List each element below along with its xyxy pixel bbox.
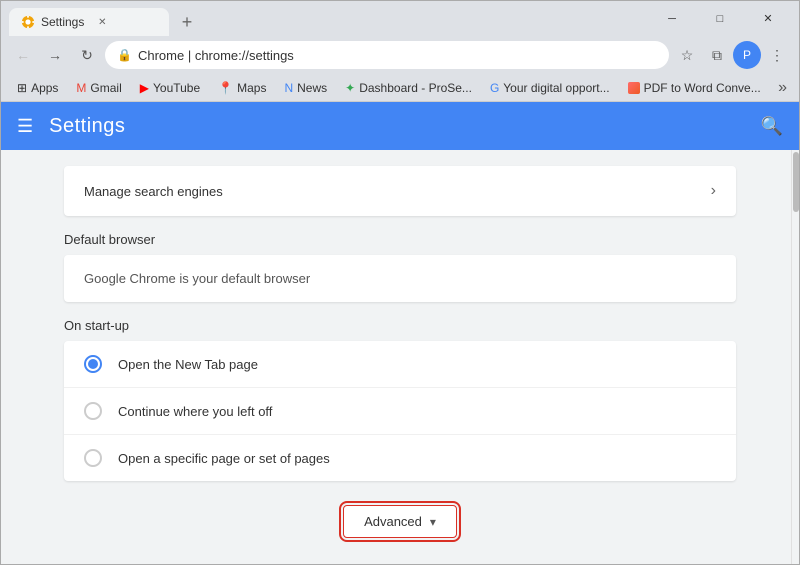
close-button[interactable]: ✕ [745, 5, 791, 33]
lock-icon: 🔒 [117, 48, 132, 62]
default-browser-box: Google Chrome is your default browser [64, 255, 736, 302]
star-button[interactable]: ☆ [673, 41, 701, 69]
gmail-label: Gmail [90, 81, 121, 95]
manage-search-engines-row[interactable]: Manage search engines › [64, 166, 736, 216]
dashboard-icon: ✦ [345, 81, 355, 95]
omnibox-url: Chrome | chrome://settings [138, 48, 657, 63]
google-icon: G [490, 81, 499, 95]
maximize-button[interactable]: □ [697, 5, 743, 33]
startup-option-label-1: Continue where you left off [118, 404, 272, 419]
url-path: chrome://settings [195, 48, 294, 63]
bookmarks-bar: ⊞ Apps M Gmail ▶ YouTube 📍 Maps N News ✦… [1, 74, 799, 102]
app-header: ☰ Settings 🔍 [1, 102, 799, 150]
startup-option-label-2: Open a specific page or set of pages [118, 451, 330, 466]
scrollbar[interactable] [791, 150, 799, 564]
maps-label: Maps [237, 81, 266, 95]
window-controls: ─ □ ✕ [649, 5, 791, 33]
tab-close-button[interactable]: ✕ [94, 14, 110, 30]
advanced-button[interactable]: Advanced ▾ [343, 505, 457, 538]
radio-continue[interactable] [84, 402, 102, 420]
bookmark-youtube[interactable]: ▶ YouTube [132, 79, 208, 97]
minimize-button[interactable]: ─ [649, 5, 695, 33]
back-button[interactable]: ← [9, 41, 37, 69]
browser-window: Settings ✕ + ─ □ ✕ ← → ↻ 🔒 Chrome | chro… [0, 0, 800, 565]
news-icon: N [284, 81, 293, 95]
bookmark-apps[interactable]: ⊞ Apps [9, 79, 66, 97]
news-label: News [297, 81, 327, 95]
extensions-button[interactable]: ⧉ [703, 41, 731, 69]
omnibox[interactable]: 🔒 Chrome | chrome://settings [105, 41, 669, 69]
tab-title: Settings [41, 15, 84, 29]
youtube-label: YouTube [153, 81, 200, 95]
settings-inner: Manage search engines › Default browser … [40, 150, 760, 564]
scrollbar-thumb[interactable] [793, 152, 799, 212]
bookmark-news[interactable]: N News [276, 79, 335, 97]
apps-icon: ⊞ [17, 81, 27, 95]
startup-option-1[interactable]: Continue where you left off [64, 388, 736, 435]
url-site: Chrome [138, 48, 184, 63]
new-tab-button[interactable]: + [173, 8, 201, 36]
reload-button[interactable]: ↻ [73, 41, 101, 69]
youtube-icon: ▶ [140, 81, 149, 95]
menu-button[interactable]: ⋮ [763, 41, 791, 69]
settings-scroll: Manage search engines › Default browser … [1, 150, 799, 564]
toolbar-right: ☆ ⧉ P ⋮ [673, 41, 791, 69]
bookmark-maps[interactable]: 📍 Maps [210, 79, 274, 97]
advanced-button-container: Advanced ▾ [64, 505, 736, 538]
tab-bar: Settings ✕ + [9, 1, 649, 36]
startup-option-0[interactable]: Open the New Tab page [64, 341, 736, 388]
title-bar: Settings ✕ + ─ □ ✕ [1, 1, 799, 36]
gmail-icon: M [76, 81, 86, 95]
profile-button[interactable]: P [733, 41, 761, 69]
startup-options-group: Open the New Tab page Continue where you… [64, 341, 736, 481]
startup-option-2[interactable]: Open a specific page or set of pages [64, 435, 736, 481]
advanced-label: Advanced [364, 514, 422, 529]
manage-search-engines-label: Manage search engines [84, 184, 223, 199]
app-title: Settings [49, 115, 125, 138]
google-label: Your digital opport... [503, 81, 609, 95]
default-browser-title: Default browser [64, 232, 736, 247]
address-bar: ← → ↻ 🔒 Chrome | chrome://settings ☆ ⧉ P… [1, 36, 799, 74]
maps-icon: 📍 [218, 81, 233, 95]
content-wrapper: Manage search engines › Default browser … [1, 150, 799, 564]
chevron-down-icon: ▾ [430, 515, 436, 529]
arrow-icon: › [711, 182, 716, 200]
forward-button[interactable]: → [41, 41, 69, 69]
startup-option-label-0: Open the New Tab page [118, 357, 258, 372]
hamburger-menu-icon[interactable]: ☰ [17, 116, 33, 137]
apps-label: Apps [31, 81, 58, 95]
bookmark-google[interactable]: G Your digital opport... [482, 79, 618, 97]
settings-tab[interactable]: Settings ✕ [9, 8, 169, 36]
bookmarks-more-button[interactable]: » [774, 77, 791, 99]
pdf-label: PDF to Word Conve... [644, 81, 761, 95]
bookmark-dashboard[interactable]: ✦ Dashboard - ProSe... [337, 79, 480, 97]
search-engines-section: Manage search engines › [64, 166, 736, 216]
bookmark-gmail[interactable]: M Gmail [68, 79, 129, 97]
search-icon[interactable]: 🔍 [761, 116, 783, 137]
url-separator: | [184, 48, 195, 63]
settings-favicon [21, 15, 35, 29]
pdf-icon [628, 82, 640, 94]
on-startup-title: On start-up [64, 318, 736, 333]
radio-new-tab[interactable] [84, 355, 102, 373]
radio-specific-page[interactable] [84, 449, 102, 467]
dashboard-label: Dashboard - ProSe... [359, 81, 472, 95]
bookmark-pdf[interactable]: PDF to Word Conve... [620, 79, 769, 97]
default-browser-status: Google Chrome is your default browser [84, 271, 310, 286]
